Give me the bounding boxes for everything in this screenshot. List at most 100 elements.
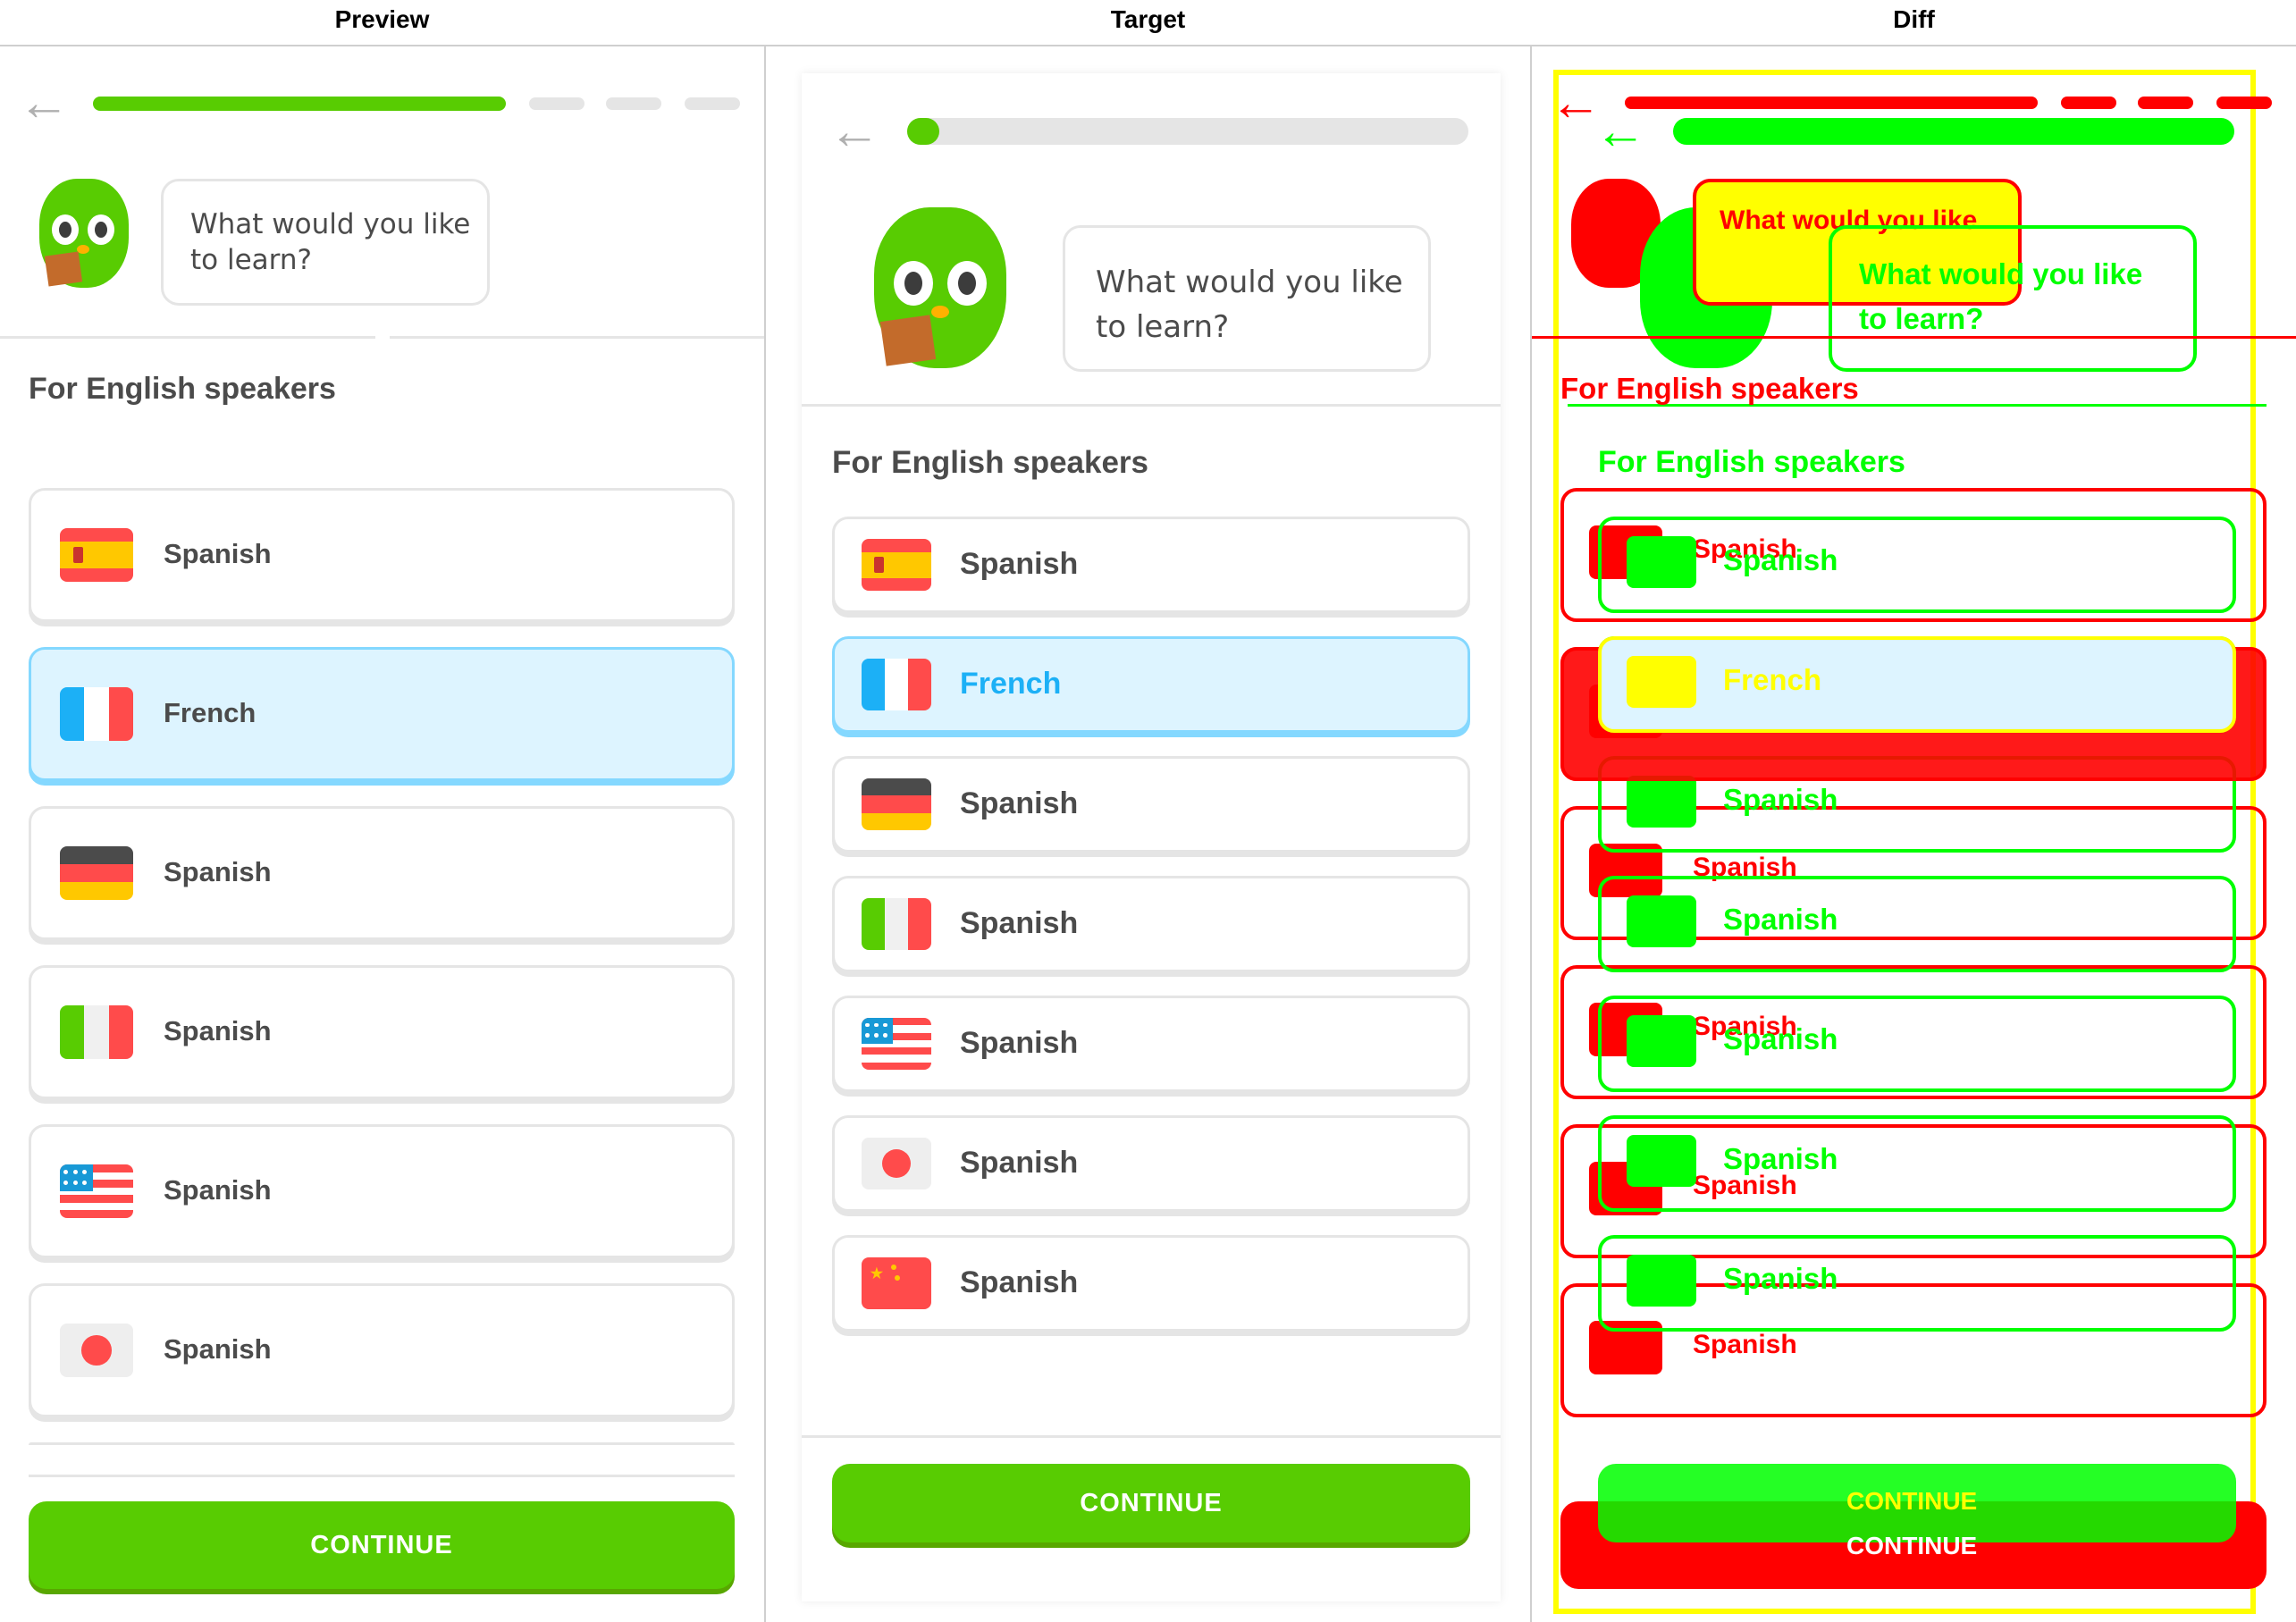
language-option-label: Spanish [164,1015,272,1047]
header-separator [0,336,375,339]
language-option-label: Spanish [960,1025,1079,1060]
language-option[interactable]: Spanish [832,1235,1470,1332]
language-option[interactable]: Spanish [29,1124,735,1258]
diff-back-arrow-icon: ← [1594,102,1646,160]
progress-bar [93,97,506,111]
france-flag-icon [862,659,931,710]
diff-progress-red [2138,97,2193,109]
language-option-label: French [960,666,1062,701]
continue-button[interactable]: CONTINUE [29,1501,735,1589]
diff-option-label: Spanish [1723,1142,1838,1175]
target-panel-label: Target [1110,5,1186,33]
usa-flag-icon [60,1164,133,1218]
diff-flag-green [1627,1255,1696,1307]
diff-option-label: Spanish [1723,1262,1838,1295]
language-option-label: Spanish [164,538,272,570]
owl-mascot-icon [869,207,1012,382]
section-title: For English speakers [29,372,336,406]
diff-section-title: For English speakers [1598,445,1905,479]
diff-flag-green [1627,776,1696,828]
diff-flag-green [1627,1015,1696,1067]
footer-separator [29,1475,735,1477]
diff-option-label: Spanish [1723,543,1838,576]
language-option[interactable]: French [832,636,1470,733]
language-option[interactable]: Spanish [29,806,735,940]
diff-panel-label: Diff [1893,5,1935,33]
diff-sep-red [1532,336,2296,339]
italy-flag-icon [60,1005,133,1059]
continue-button[interactable]: CONTINUE [832,1464,1470,1542]
question-line-2: to learn? [190,244,312,276]
diff-bubble-text: to learn? [1859,302,1984,335]
language-option-label: Spanish [960,1145,1079,1180]
question-line-2: to learn? [1096,309,1230,345]
language-option-label: Spanish [164,856,272,888]
diff-bubble-green [1829,225,2197,372]
diff-flag-yellow [1627,656,1696,708]
diff-continue-text: CONTINUE [1846,1532,1978,1559]
question-line-1: What would you like [190,208,471,240]
diff-bubble-text: What would you like [1859,257,2143,290]
spain-flag-icon [862,539,931,591]
japan-flag-icon [60,1324,133,1377]
language-option[interactable]: Spanish [29,488,735,622]
germany-flag-icon [862,778,931,830]
language-option-label: French [164,697,257,729]
language-option-label: Spanish [164,1333,272,1366]
language-option-label: Spanish [960,786,1079,820]
language-option-label: Spanish [960,1265,1079,1299]
progress-segment [606,97,661,110]
diff-option-label: Spanish [1693,1330,1797,1359]
back-arrow-icon[interactable]: ← [18,77,70,129]
spain-flag-icon [60,528,133,582]
france-flag-icon [60,687,133,741]
diff-option-label: Spanish [1723,1022,1838,1055]
diff-flag-green [1627,1135,1696,1187]
section-title: For English speakers [832,445,1149,480]
usa-flag-icon [862,1018,931,1070]
footer-separator [802,1435,1501,1438]
target-panel: ← What would you like to learn? For Engl… [766,46,1530,1622]
diff-continue-text: CONTINUE [1846,1487,1978,1515]
language-option-label: Spanish [164,1174,272,1206]
diff-panel: ← ← What would you like What would you l… [1532,46,2296,1622]
diff-progress-red [2216,97,2272,109]
diff-option-label: Spanish [1723,783,1838,816]
diff-progress-red [2061,97,2116,109]
language-option[interactable]: Spanish [29,1283,735,1417]
diff-progress-red [1625,97,2038,109]
language-option-partial[interactable] [29,1442,735,1445]
diff-section-title: For English speakers [1560,372,1859,405]
japan-flag-icon [862,1138,931,1189]
language-option[interactable]: French [29,647,735,781]
progress-segment [685,97,740,110]
owl-mascot-icon [36,179,134,295]
preview-panel: ← What would you like to learn? For Engl… [0,46,764,1622]
header-separator [802,404,1501,407]
header-separator [390,336,764,339]
germany-flag-icon [60,846,133,900]
language-option-label: Spanish [960,905,1079,940]
diff-progress-green [1673,118,2234,145]
diff-flag-green [1627,895,1696,947]
language-option[interactable]: Spanish [832,996,1470,1092]
speech-bubble: What would you like to learn? [1063,225,1431,372]
language-option[interactable]: Spanish [29,965,735,1099]
language-option[interactable]: Spanish [832,1115,1470,1212]
back-arrow-icon[interactable]: ← [828,105,880,157]
diff-selected-label: French [1723,663,1822,696]
question-line-1: What would you like [1096,265,1403,300]
speech-bubble: What would you like to learn? [161,179,490,306]
language-option[interactable]: Spanish [832,756,1470,853]
progress-segment [529,97,585,110]
progress-track [907,118,1468,145]
china-flag-icon [862,1257,931,1309]
preview-panel-label: Preview [334,5,430,33]
language-option-label: Spanish [960,546,1079,581]
progress-fill [907,118,939,145]
language-option[interactable]: Spanish [832,876,1470,972]
diff-flag-green [1627,536,1696,588]
language-option[interactable]: Spanish [832,517,1470,613]
diff-option-label: Spanish [1723,903,1838,936]
italy-flag-icon [862,898,931,950]
